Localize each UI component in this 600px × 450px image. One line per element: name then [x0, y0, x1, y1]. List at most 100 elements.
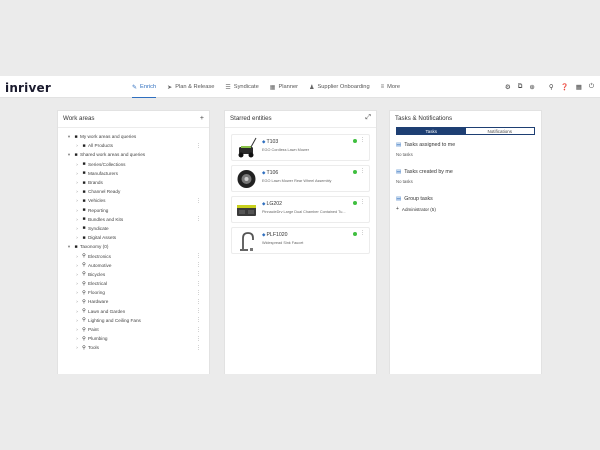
tree-item[interactable]: › ■ Bundles and Kits ⋮ — [58, 215, 209, 224]
tree-item[interactable]: › ■ Brands — [58, 178, 209, 187]
tree-item[interactable]: › ■ Reporting — [58, 206, 209, 215]
more-options-icon[interactable]: ⋮ — [360, 230, 365, 236]
inriver-logo[interactable]: inriver — [5, 81, 51, 95]
more-options-icon[interactable]: ⋮ — [196, 262, 201, 268]
expand-icon[interactable]: ⤢ — [365, 114, 371, 122]
more-options-icon[interactable]: ⋮ — [196, 317, 201, 323]
tree-item-label: Lighting and Ceiling Fans — [88, 317, 141, 323]
folder-icon: ■ — [82, 216, 86, 223]
enrich-icon: ✎ — [132, 84, 138, 91]
group-tasks-administrator[interactable]: + Administrator (5) — [396, 206, 535, 212]
entity-code-text: LG202 — [266, 201, 283, 207]
more-options-icon[interactable]: ⋮ — [196, 271, 201, 277]
search-icon: ⚲ — [82, 298, 86, 305]
tree-item[interactable]: › ⚲ Lawn and Garden ⋮ — [58, 307, 209, 316]
tree-item[interactable]: › ⚲ Lighting and Ceiling Fans ⋮ — [58, 316, 209, 325]
tab-notifications[interactable]: Notifications — [465, 128, 534, 134]
nav-item-enrich[interactable]: ✎ Enrich — [132, 76, 157, 98]
tree-item[interactable]: › ■ Digital Assets — [58, 233, 209, 242]
nav-item-label: Enrich — [140, 84, 157, 90]
more-options-icon[interactable]: ⋮ — [196, 345, 201, 351]
folder-icon: ■ — [82, 170, 86, 177]
tree-item[interactable]: › ⚲ Plumbing ⋮ — [58, 334, 209, 343]
tag-icon: ◆ — [262, 139, 266, 144]
more-options-icon[interactable]: ⋮ — [360, 199, 365, 205]
nav-item-more[interactable]: ≡ More — [381, 76, 400, 98]
main-navigation: ✎ Enrich ➤ Plan & Release ☰ Syndicate ▦ Planner… — [132, 76, 411, 98]
tree-item[interactable]: › ⚲ Hardware ⋮ — [58, 297, 209, 306]
starred-entity-card[interactable]: ◆LG202 PinnacleDrv Large Dual Chamber Con… — [231, 196, 370, 223]
tree-item-label: All Products — [88, 143, 114, 149]
entity-code[interactable]: ◆T103 — [262, 139, 278, 145]
tree-item-label: Reporting — [88, 207, 109, 213]
entity-code[interactable]: ◆T106 — [262, 170, 278, 176]
more-options-icon[interactable]: ⋮ — [360, 137, 365, 143]
tree-item-label: Vehicles — [88, 198, 106, 204]
tab-tasks[interactable]: Tasks — [397, 128, 466, 134]
folder-icon: ■ — [82, 197, 86, 204]
add-icon[interactable]: + — [200, 115, 204, 122]
more-options-icon[interactable]: ⋮ — [196, 143, 201, 149]
help-icon[interactable]: ❓ — [561, 83, 569, 91]
nav-item-supplier-onboarding[interactable]: ♟ Supplier Onboarding — [309, 76, 370, 98]
starred-entities-panel: Starred entities ⤢ ◆T103 EGO Cordless Law… — [224, 110, 377, 374]
bookmarks-icon[interactable]: ⧉ — [518, 83, 523, 91]
starred-entity-card[interactable]: ◆PLF1020 Widespread Sink Faucet ⋮ — [231, 227, 370, 254]
starred-entity-card[interactable]: ◆T106 EGO Lawn Mower Rear Wheel Assembly ⋮ — [231, 165, 370, 192]
work-areas-tree: ▾ ■ My work areas and queries › ■ All Product… — [58, 128, 209, 353]
tree-item[interactable]: ▾ ■ Taxonomy (0) — [58, 242, 209, 251]
tree-item[interactable]: › ⚲ Tools ⋮ — [58, 343, 209, 352]
tree-item[interactable]: › ⚲ Electrical ⋮ — [58, 279, 209, 288]
tree-item[interactable]: › ■ Syndicate — [58, 224, 209, 233]
tasks-created-header[interactable]: ▤ Tasks created by me — [396, 169, 535, 175]
tree-item[interactable]: ▾ ■ Shared work areas and queries — [58, 150, 209, 159]
more-options-icon[interactable]: ⋮ — [196, 198, 201, 204]
more-options-icon[interactable]: ⋮ — [196, 308, 201, 314]
entity-thumbnail — [235, 199, 258, 221]
more-options-icon[interactable]: ⋮ — [196, 216, 201, 222]
nav-item-syndicate[interactable]: ☰ Syndicate — [225, 76, 258, 98]
tree-item[interactable]: › ■ Channel Ready — [58, 187, 209, 196]
group-tasks-header[interactable]: ▤ Group tasks — [396, 196, 535, 202]
tree-item[interactable]: ▾ ■ My work areas and queries — [58, 132, 209, 141]
tree-item[interactable]: › ■ Vehicles ⋮ — [58, 196, 209, 205]
nav-item-plan-release[interactable]: ➤ Plan & Release — [167, 76, 214, 98]
tree-item[interactable]: › ■ All Products ⋮ — [58, 141, 209, 150]
status-dot — [353, 232, 357, 236]
send-icon: ➤ — [167, 84, 173, 91]
tree-item[interactable]: › ■ Manufacturers — [58, 169, 209, 178]
tree-item[interactable]: › ⚲ Automotive ⋮ — [58, 261, 209, 270]
tree-item[interactable]: › ⚲ Bicycles ⋮ — [58, 270, 209, 279]
tasks-assigned-header[interactable]: ▤ Tasks assigned to me — [396, 142, 535, 148]
more-options-icon[interactable]: ⋮ — [360, 168, 365, 174]
search-icon[interactable]: ⚲ — [549, 83, 554, 91]
tree-item[interactable]: › ⚲ Electronics ⋮ — [58, 251, 209, 260]
zoom-icon[interactable]: ⊕ — [529, 83, 534, 91]
user-settings-icon[interactable]: ⚙ — [505, 83, 511, 91]
power-icon[interactable]: ⏻ — [589, 83, 594, 91]
plus-icon[interactable]: + — [396, 206, 399, 212]
tree-item[interactable]: › ⚲ Flooring ⋮ — [58, 288, 209, 297]
starred-entities-header: Starred entities ⤢ — [225, 111, 376, 125]
group-tasks-section: ▤ Group tasks + Administrator (5) — [396, 196, 535, 212]
more-options-icon[interactable]: ⋮ — [196, 281, 201, 287]
apps-grid-icon[interactable]: ▦ — [576, 83, 582, 91]
more-options-icon[interactable]: ⋮ — [196, 290, 201, 296]
starred-entity-card[interactable]: ◆T103 EGO Cordless Lawn Mower ⋮ — [231, 134, 370, 161]
tree-item[interactable]: › ⚲ Paint ⋮ — [58, 325, 209, 334]
more-options-icon[interactable]: ⋮ — [196, 336, 201, 342]
entity-code[interactable]: ◆LG202 — [262, 201, 282, 207]
nav-item-label: Planner — [278, 84, 299, 90]
search-icon: ⚲ — [82, 308, 86, 315]
folder-icon: ■ — [74, 243, 78, 250]
tree-item[interactable]: › ■ Series/Collections — [58, 160, 209, 169]
more-options-icon[interactable]: ⋮ — [196, 327, 201, 333]
tasks-header: Tasks & Notifications — [390, 111, 541, 125]
nav-item-label: Supplier Onboarding — [317, 84, 370, 90]
status-dot — [353, 170, 357, 174]
entity-code[interactable]: ◆PLF1020 — [262, 232, 288, 238]
nav-item-planner[interactable]: ▦ Planner — [270, 76, 298, 98]
search-icon: ⚲ — [82, 317, 86, 324]
more-options-icon[interactable]: ⋮ — [196, 299, 201, 305]
more-options-icon[interactable]: ⋮ — [196, 253, 201, 259]
